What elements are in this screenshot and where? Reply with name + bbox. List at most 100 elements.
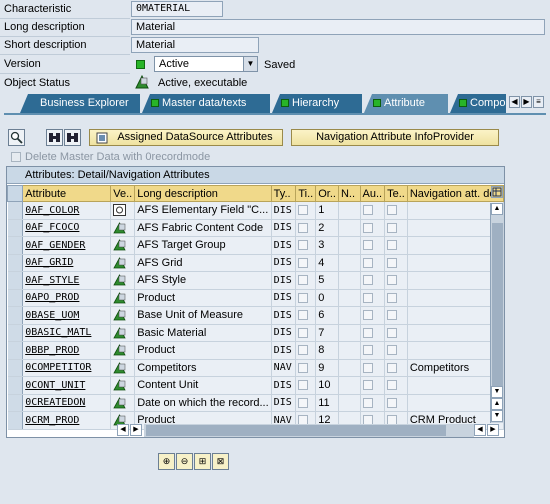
checkbox[interactable] [362, 257, 373, 268]
column-header[interactable]: N.. [337, 185, 361, 202]
checkbox[interactable] [298, 327, 309, 338]
checkbox[interactable] [362, 240, 373, 251]
attribute-name[interactable]: 0AF_FCOCO [22, 219, 112, 237]
deselect-all-icon[interactable]: ⊖ [176, 453, 193, 470]
attribute-name[interactable]: 0CREATEDON [22, 394, 112, 412]
characteristic-field[interactable]: 0MATERIAL [131, 1, 223, 17]
authorization-cell[interactable] [360, 376, 386, 395]
delete-master-data-checkbox[interactable] [11, 152, 21, 162]
checkbox[interactable] [298, 240, 309, 251]
text-cell[interactable] [384, 341, 408, 360]
checkbox[interactable] [362, 380, 373, 391]
time-dependent-cell[interactable] [295, 201, 317, 220]
checkbox[interactable] [387, 257, 398, 268]
tab-master-data-texts[interactable]: Master data/texts [142, 94, 270, 113]
table-row[interactable]: 0AF_GRID AFS Grid DIS 4 [7, 254, 505, 272]
row-selector[interactable] [7, 411, 24, 430]
authorization-cell[interactable] [360, 359, 386, 377]
scroll-page-down-button[interactable]: ▼ [491, 410, 503, 422]
table-row[interactable]: 0BBP_PROD Product DIS 8 [7, 341, 505, 360]
delete-row-icon[interactable]: ⊠ [212, 453, 229, 470]
checkbox[interactable] [298, 222, 309, 233]
text-cell[interactable] [384, 236, 408, 255]
row-selector[interactable] [7, 254, 24, 272]
column-header[interactable]: Ve.. [110, 185, 136, 202]
attribute-name[interactable]: 0APO_PROD [22, 289, 112, 307]
checkbox[interactable] [298, 205, 309, 216]
table-row[interactable]: 0COMPETITOR Competitors NAV 9 Competitor… [7, 359, 505, 377]
column-header[interactable]: Te.. [384, 185, 408, 202]
attribute-name[interactable]: 0AF_COLOR [22, 201, 112, 220]
navigation-attribute-infoprovider-button[interactable]: Navigation Attribute InfoProvider [291, 129, 499, 146]
authorization-cell[interactable] [360, 236, 386, 255]
insert-row-icon[interactable]: ⊞ [194, 453, 211, 470]
authorization-cell[interactable] [360, 201, 386, 220]
table-row[interactable]: 0BASE_UOM Base Unit of Measure DIS 6 [7, 306, 505, 325]
row-selector[interactable] [7, 271, 24, 290]
column-header[interactable]: Ty.. [270, 185, 297, 202]
attribute-name[interactable]: 0BBP_PROD [22, 341, 112, 360]
checkbox[interactable] [387, 292, 398, 303]
row-selector[interactable] [7, 201, 24, 220]
text-cell[interactable] [384, 289, 408, 307]
column-header[interactable]: Au.. [359, 185, 386, 202]
table-row[interactable]: 0AF_COLOR AFS Elementary Field "C... DIS… [7, 201, 505, 220]
checkbox[interactable] [387, 240, 398, 251]
text-cell[interactable] [384, 219, 408, 237]
column-header[interactable]: Or.. [315, 185, 339, 202]
tab-compounding[interactable]: Compo [450, 94, 506, 113]
checkbox[interactable] [362, 205, 373, 216]
checkbox[interactable] [298, 362, 309, 373]
text-cell[interactable] [384, 271, 408, 290]
attribute-name[interactable]: 0BASIC_MATL [22, 324, 112, 342]
checkbox[interactable] [387, 222, 398, 233]
checkbox[interactable] [387, 205, 398, 216]
attribute-name[interactable]: 0CRM_PROD [22, 411, 112, 430]
scroll-right-end-button[interactable]: ◀ [474, 424, 486, 436]
scroll-up-button[interactable]: ▲ [491, 203, 503, 215]
checkbox[interactable] [298, 310, 309, 321]
row-selector[interactable] [7, 219, 24, 237]
checkbox[interactable] [387, 327, 398, 338]
checkbox[interactable] [298, 345, 309, 356]
checkbox[interactable] [362, 345, 373, 356]
time-dependent-cell[interactable] [295, 271, 317, 290]
attribute-name[interactable]: 0COMPETITOR [22, 359, 112, 377]
checkbox[interactable] [298, 292, 309, 303]
time-dependent-cell[interactable] [295, 376, 317, 395]
row-selector[interactable] [7, 394, 24, 412]
authorization-cell[interactable] [360, 254, 386, 272]
text-cell[interactable] [384, 394, 408, 412]
version-dropdown[interactable]: Active ▼ [154, 56, 258, 72]
tab-list-button[interactable]: ≡ [533, 96, 544, 108]
table-row[interactable]: 0AF_FCOCO AFS Fabric Content Code DIS 2 [7, 219, 505, 237]
authorization-cell[interactable] [360, 271, 386, 290]
checkbox[interactable] [298, 257, 309, 268]
text-cell[interactable] [384, 324, 408, 342]
checkbox[interactable] [362, 397, 373, 408]
tab-business-explorer[interactable]: Business Explorer [20, 94, 140, 113]
long-description-field[interactable]: Material [131, 19, 545, 35]
authorization-cell[interactable] [360, 394, 386, 412]
horizontal-scroll-thumb[interactable] [146, 425, 446, 436]
text-cell[interactable] [384, 359, 408, 377]
column-header[interactable]: Attribute [22, 185, 112, 202]
column-header[interactable]: Ti.. [295, 185, 317, 202]
scroll-thumb[interactable] [492, 223, 503, 399]
row-selector[interactable] [7, 324, 24, 342]
table-row[interactable]: 0CONT_UNIT Content Unit DIS 10 [7, 376, 505, 395]
checkbox[interactable] [387, 310, 398, 321]
checkbox[interactable] [387, 345, 398, 356]
checkbox[interactable] [387, 397, 398, 408]
time-dependent-cell[interactable] [295, 341, 317, 360]
vertical-scrollbar[interactable]: ▲ ▼ ▲ ▼ [490, 203, 504, 423]
authorization-cell[interactable] [360, 341, 386, 360]
row-selector-header[interactable] [6, 185, 24, 202]
row-selector[interactable] [7, 341, 24, 360]
row-selector[interactable] [7, 236, 24, 255]
text-cell[interactable] [384, 376, 408, 395]
tab-hierarchy[interactable]: Hierarchy [272, 94, 362, 113]
time-dependent-cell[interactable] [295, 219, 317, 237]
checkbox[interactable] [362, 292, 373, 303]
time-dependent-cell[interactable] [295, 254, 317, 272]
